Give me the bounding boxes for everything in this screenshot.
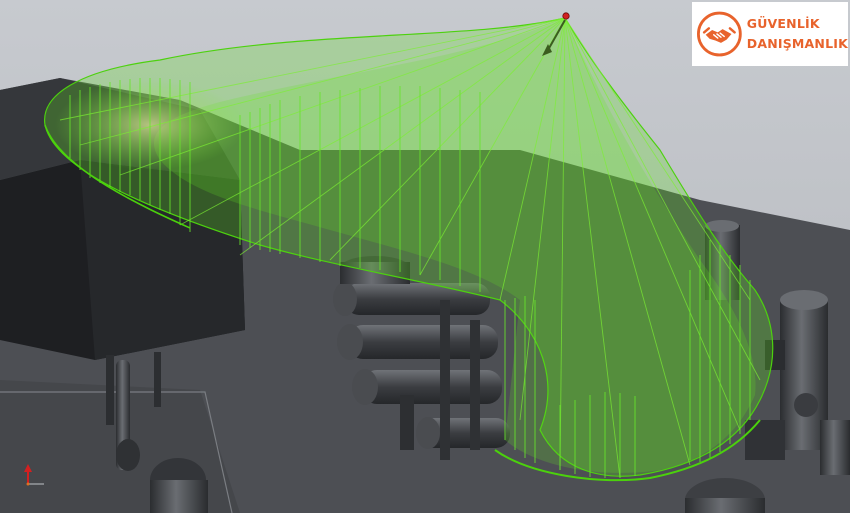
company-logo: GÜVENLİK DANIŞMANLIK bbox=[692, 2, 848, 66]
logo-line-1: GÜVENLİK bbox=[746, 16, 820, 31]
bottom-drum-body bbox=[685, 498, 765, 513]
handshake-icon bbox=[697, 11, 742, 57]
left-column bbox=[106, 355, 114, 425]
release-source-point bbox=[562, 12, 570, 20]
left-drum-body bbox=[150, 480, 208, 513]
left-column bbox=[154, 352, 161, 407]
3d-scene-viewport bbox=[0, 0, 850, 513]
logo-line-2: DANIŞMANLIK bbox=[746, 36, 848, 51]
left-drum bbox=[116, 439, 140, 471]
